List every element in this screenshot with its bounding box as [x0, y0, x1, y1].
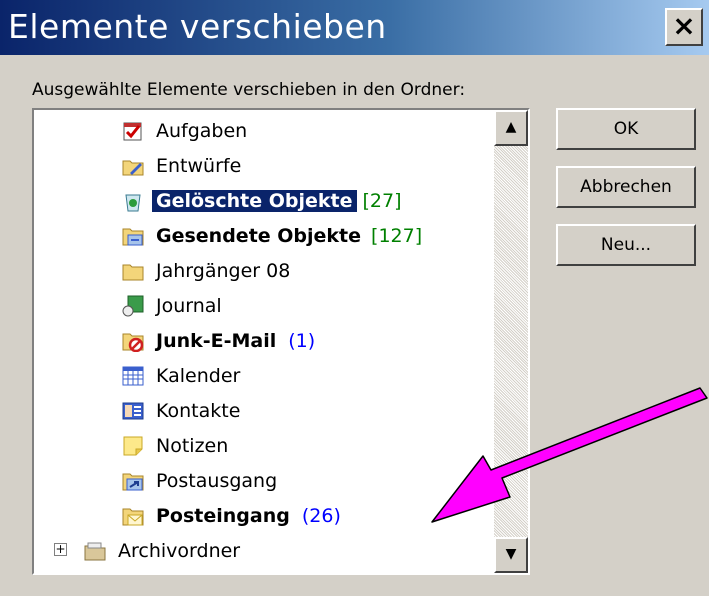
junk-mail-icon — [122, 330, 144, 353]
folder-label: Jahrgänger 08 — [156, 260, 291, 282]
scrollbar-track[interactable] — [494, 146, 528, 537]
vertical-scrollbar[interactable]: ▲ ▼ — [494, 110, 528, 573]
folder-item-posteingang[interactable]: Posteingang (26) — [122, 499, 341, 533]
folder-label: Journal — [156, 295, 222, 317]
unread-count: (26) — [301, 505, 341, 527]
folder-list: Aufgaben Entwürfe Gelöschte Objekte [27]… — [34, 110, 496, 573]
folder-label: Aufgaben — [156, 120, 248, 142]
move-items-dialog: Elemente verschieben × Ausgewählte Eleme… — [0, 0, 709, 596]
folder-label: Junk-E-Mail — [156, 330, 277, 352]
folder-label: Notizen — [156, 435, 229, 457]
trash-icon — [122, 190, 144, 212]
folder-item-aufgaben[interactable]: Aufgaben — [122, 114, 251, 148]
folder-tree[interactable]: Aufgaben Entwürfe Gelöschte Objekte [27]… — [32, 108, 530, 575]
folder-item-notizen[interactable]: Notizen — [122, 429, 232, 463]
calendar-icon — [122, 365, 144, 387]
tasks-icon — [122, 120, 144, 142]
folder-label: Kontakte — [156, 400, 241, 422]
close-button[interactable]: × — [665, 8, 703, 46]
folder-icon — [122, 260, 144, 282]
folder-label: Posteingang — [156, 505, 290, 527]
contacts-icon — [122, 400, 144, 422]
folder-item-jahrgaenger-08[interactable]: Jahrgänger 08 — [122, 254, 294, 288]
dialog-title: Elemente verschieben — [8, 7, 387, 46]
folder-label: Entwürfe — [156, 155, 242, 177]
drafts-icon — [122, 155, 144, 177]
folder-item-entwuerfe[interactable]: Entwürfe — [122, 149, 245, 183]
outbox-icon — [122, 470, 144, 492]
folder-label: Postausgang — [156, 470, 278, 492]
new-folder-button[interactable]: Neu... — [556, 224, 696, 266]
archive-folder-icon — [84, 540, 106, 562]
ok-button[interactable]: OK — [556, 108, 696, 150]
folder-label: Archivordner — [118, 540, 241, 562]
unread-count: (1) — [288, 330, 316, 352]
folder-label: Gesendete Objekte — [156, 225, 362, 247]
folder-item-kalender[interactable]: Kalender — [122, 359, 244, 393]
folder-prompt-label: Ausgewählte Elemente verschieben in den … — [32, 80, 466, 100]
folder-item-archivordner[interactable]: Archivordner — [84, 534, 244, 568]
total-count: [27] — [362, 190, 402, 212]
total-count: [127] — [371, 225, 423, 247]
expand-archive-button[interactable]: + — [54, 543, 67, 556]
notes-icon — [122, 435, 144, 457]
folder-item-junk-e-mail[interactable]: Junk-E-Mail (1) — [122, 324, 315, 358]
folder-item-geloeschte-objekte[interactable]: Gelöschte Objekte [27] — [122, 184, 402, 218]
title-bar[interactable]: Elemente verschieben × — [0, 0, 709, 55]
sent-folder-icon — [122, 225, 144, 247]
folder-item-postausgang[interactable]: Postausgang — [122, 464, 281, 498]
journal-icon — [122, 295, 144, 317]
inbox-icon — [122, 505, 144, 527]
scroll-down-button[interactable]: ▼ — [494, 537, 528, 573]
folder-item-journal[interactable]: Journal — [122, 289, 226, 323]
folder-label: Gelöschte Objekte — [152, 190, 357, 212]
cancel-button[interactable]: Abbrechen — [556, 166, 696, 208]
folder-label: Kalender — [156, 365, 241, 387]
folder-item-kontakte[interactable]: Kontakte — [122, 394, 244, 428]
folder-item-gesendete-objekte[interactable]: Gesendete Objekte [127] — [122, 219, 422, 253]
up-arrow-icon: ▲ — [505, 119, 517, 135]
down-arrow-icon: ▼ — [505, 546, 517, 562]
scroll-up-button[interactable]: ▲ — [494, 110, 528, 146]
